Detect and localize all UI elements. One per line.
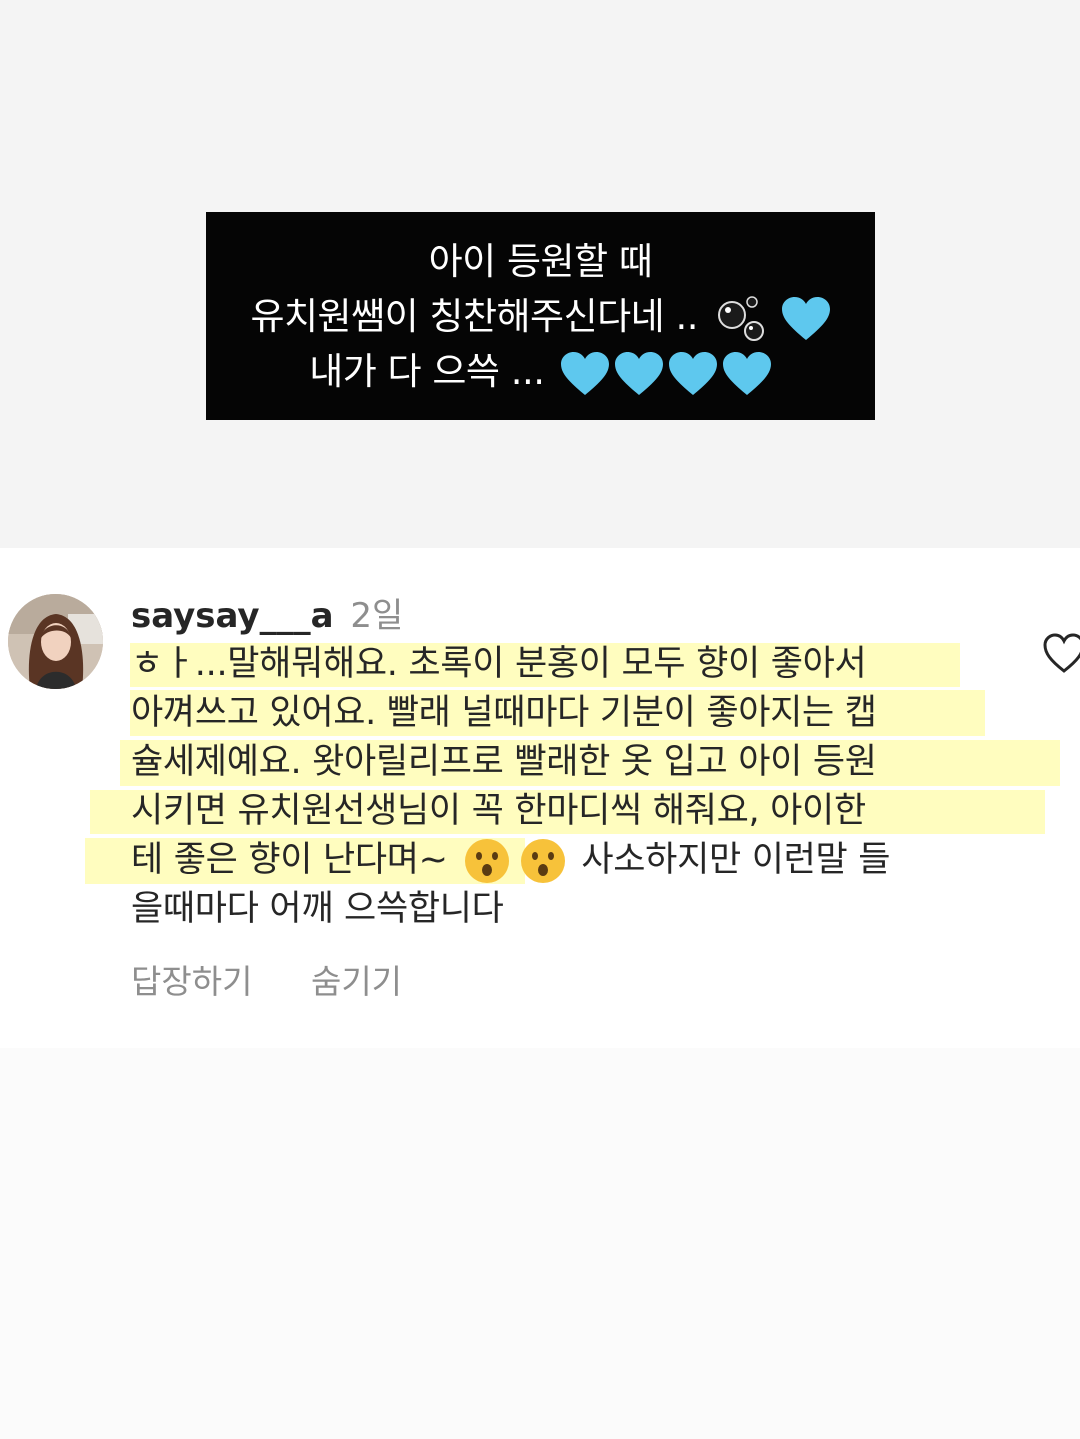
hushed-face-emoji-icon <box>520 839 565 883</box>
comment-header: saysay___a 2일 <box>131 588 403 637</box>
hide-button[interactable]: 숨기기 <box>311 962 402 1001</box>
avatar[interactable] <box>8 594 103 689</box>
story-text-box: 아이 등원할 때 유치원쌤이 칭찬해주신다네 .. 내가 다 으쓱 ... <box>206 212 875 420</box>
comment-line-part: 사소하지만 이런말 들 <box>581 840 891 880</box>
story-line-2: 유치원쌤이 칭찬해주신다네 .. <box>206 289 875 344</box>
blue-heart-icon <box>668 351 717 395</box>
profile-photo-icon <box>8 594 103 689</box>
comment-actions: 답장하기 숨기기 <box>131 955 450 1003</box>
comment-line: ㅎㅏ...말해뭐해요. 초록이 분홍이 모두 향이 좋아서 <box>131 644 867 684</box>
blue-heart-icon <box>614 351 663 395</box>
comment-line: 을때마다 어깨 으쓱합니다 <box>131 889 504 929</box>
blue-heart-icon <box>560 351 609 395</box>
comment-line: 시키면 유치원선생님이 꼭 한마디씩 해줘요, 아이한 <box>131 791 866 831</box>
story-line-1: 아이 등원할 때 <box>428 240 653 283</box>
blue-heart-icon <box>722 351 771 395</box>
comment-line-part: 테 좋은 향이 난다며~ <box>131 840 448 880</box>
story-line-3: 내가 다 으쓱 ... <box>206 344 875 399</box>
blue-heart-icon <box>781 296 830 340</box>
bubbles-icon <box>718 295 765 341</box>
timestamp: 2일 <box>350 596 404 636</box>
reply-button[interactable]: 답장하기 <box>131 962 252 1001</box>
comment-line: 아껴쓰고 있어요. 빨래 널때마다 기분이 좋아지는 캡 <box>131 693 877 733</box>
comment-line: 슐세제예요. 왓아릴리프로 빨래한 옷 입고 아이 등원 <box>131 742 877 782</box>
hushed-face-emoji-icon <box>464 839 509 883</box>
username[interactable]: saysay___a <box>131 596 334 636</box>
heart-outline-icon[interactable] <box>1042 632 1080 676</box>
comment-line-with-emoji: 테 좋은 향이 난다며~ 사소하지만 이런말 들 <box>131 836 1011 885</box>
comment-body: ㅎㅏ...말해뭐해요. 초록이 분홍이 모두 향이 좋아서 아껴쓰고 있어요. … <box>131 640 1011 934</box>
